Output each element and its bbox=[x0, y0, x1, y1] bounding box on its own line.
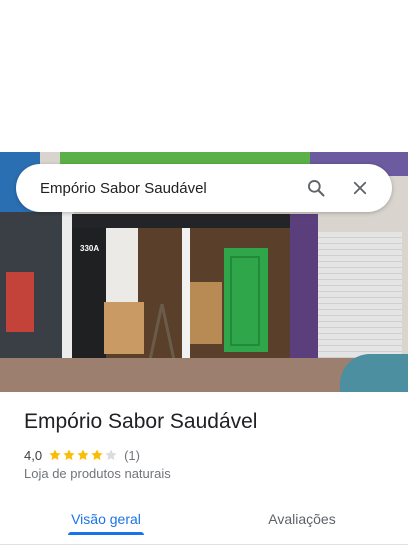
wooden-shelf bbox=[190, 282, 222, 344]
tab-reviews[interactable]: Avaliações bbox=[248, 496, 356, 542]
neighbor-shop-display bbox=[6, 272, 34, 332]
star-filled-icon bbox=[63, 449, 75, 461]
star-filled-icon bbox=[77, 449, 89, 461]
search-bar[interactable]: Empório Sabor Saudável bbox=[16, 164, 392, 212]
clear-search-button[interactable] bbox=[342, 170, 378, 206]
place-category[interactable]: Loja de produtos naturais bbox=[24, 466, 171, 481]
star-filled-icon bbox=[91, 449, 103, 461]
parked-car bbox=[340, 354, 408, 392]
star-rating bbox=[48, 448, 118, 462]
rating-value: 4,0 bbox=[24, 447, 43, 463]
rating-row[interactable]: 4,0 (1) bbox=[24, 446, 140, 464]
star-empty-icon bbox=[105, 449, 117, 461]
fridge-door bbox=[230, 256, 260, 346]
search-input[interactable]: Empório Sabor Saudável bbox=[16, 180, 298, 197]
purple-column bbox=[290, 214, 318, 359]
roller-shutter bbox=[318, 232, 402, 358]
interior-wall bbox=[106, 228, 138, 308]
tab-overview[interactable]: Visão geral bbox=[52, 496, 160, 542]
review-count[interactable]: (1) bbox=[124, 448, 140, 463]
search-icon bbox=[308, 180, 325, 197]
shop-number: 330A bbox=[80, 244, 100, 253]
star-filled-icon bbox=[49, 449, 61, 461]
close-icon bbox=[353, 181, 367, 195]
place-panel: Empório Sabor Saudável 4,0 (1) Loja de p… bbox=[0, 392, 408, 545]
place-title: Empório Sabor Saudável bbox=[24, 410, 258, 433]
search-button[interactable] bbox=[298, 170, 334, 206]
tab-bar: Visão geral Avaliações bbox=[0, 496, 408, 545]
store-beam bbox=[72, 214, 292, 228]
active-tab-indicator bbox=[68, 532, 144, 535]
wooden-counter bbox=[104, 302, 144, 354]
store-column bbox=[72, 214, 106, 359]
